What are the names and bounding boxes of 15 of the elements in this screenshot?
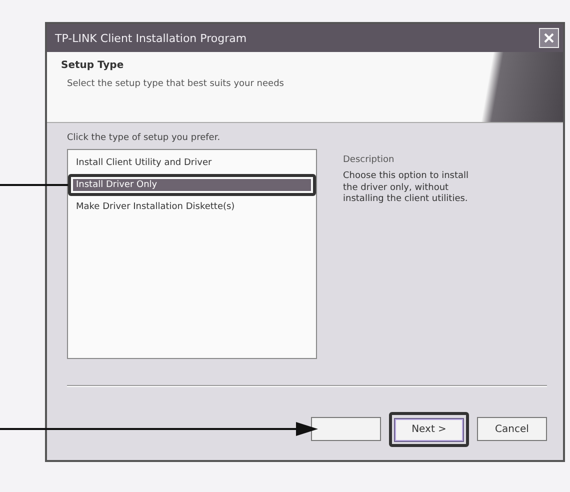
back-button[interactable] — [311, 417, 381, 441]
next-button[interactable]: Next > — [394, 418, 464, 442]
header-subtitle: Select the setup type that best suits your needs — [66, 79, 284, 89]
window-title: TP-LINK Client Installation Program — [55, 32, 247, 44]
close-button[interactable] — [539, 28, 559, 48]
callout-line — [0, 184, 68, 186]
setup-option[interactable]: Install Driver Only — [73, 179, 311, 191]
close-icon — [544, 33, 554, 43]
setup-option[interactable]: Make Driver Installation Diskette(s) — [73, 201, 311, 213]
setup-option[interactable]: Install Client Utility and Driver — [73, 157, 311, 169]
instruction-text: Click the type of setup you prefer. — [67, 133, 222, 143]
description-text: Choose this option to install the driver only, without installing the client utilities. — [343, 171, 470, 206]
header-title: Setup Type — [61, 60, 125, 71]
description-label: Description — [343, 155, 396, 165]
cancel-button[interactable]: Cancel — [477, 417, 547, 441]
